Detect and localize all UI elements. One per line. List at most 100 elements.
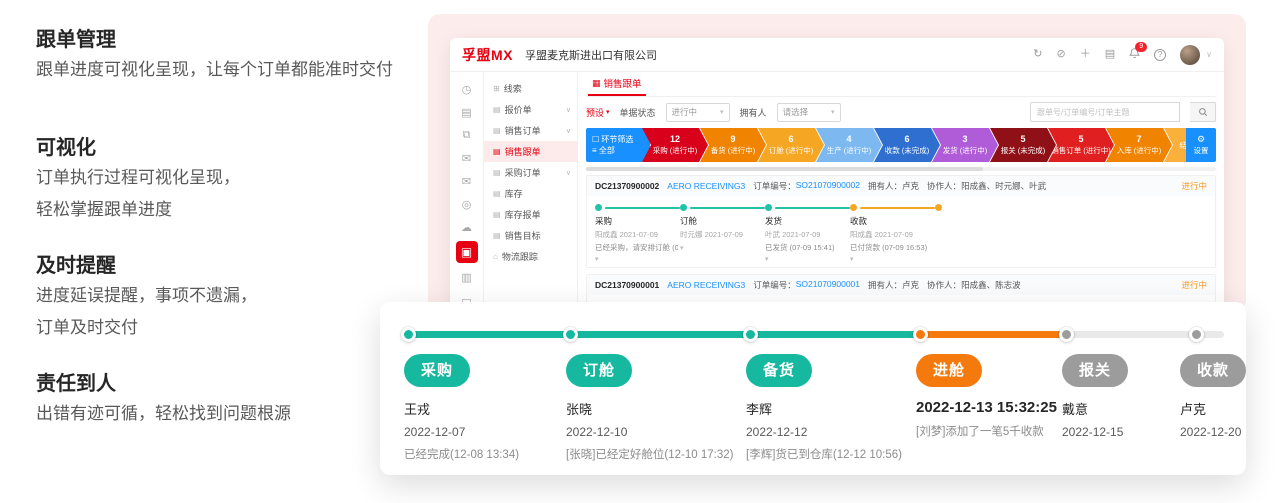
owner-label: 拥有人： (868, 279, 902, 291)
plus-icon[interactable]: ＋ (1080, 49, 1091, 60)
icon-rail: ◷ ▤ ⧉ ✉ ✉ ◎ ☁ ▣ ▥ ▭ (450, 72, 484, 311)
orders-module-icon[interactable]: ▣ (456, 241, 478, 263)
cloud-icon[interactable]: ☁ (458, 218, 476, 236)
flow-filter-label: 环节筛选 (601, 135, 633, 144)
mail-open-icon[interactable]: ✉ (458, 172, 476, 190)
timeline-dot (1059, 327, 1074, 342)
menu-item-purchase-orders[interactable]: ▤采购订单∨ (484, 162, 577, 183)
sync-icon[interactable]: ↻ (1033, 49, 1042, 60)
caret-down-icon[interactable]: ▾ (595, 255, 680, 263)
order-no[interactable]: SO21070900002 (796, 180, 860, 192)
order-no[interactable]: SO21070900001 (796, 279, 860, 291)
timeline-dot (563, 327, 578, 342)
menu-item-inventory[interactable]: ▤库存 (484, 183, 577, 204)
timeline-segment (750, 331, 920, 338)
order-row[interactable]: DC21370900002 AERO RECEIVING3 订单编号：SO210… (586, 175, 1216, 268)
flow-settings-button[interactable]: ⚙ 设置 (1186, 128, 1216, 162)
menu-item-sales-orders[interactable]: ▤销售订单∨ (484, 120, 577, 141)
expand-icon: ∨ (566, 127, 571, 135)
brand-logo: 孚盟MX (462, 45, 513, 65)
stage-person: 张晓 (566, 399, 733, 418)
stage-col (935, 203, 1020, 263)
menu-item-quotes[interactable]: ▤ 报价单 ∨ (484, 99, 577, 120)
doc-icon: ▤ (493, 126, 501, 135)
preset-dropdown[interactable]: 预设▾ (586, 106, 610, 119)
panel-icon[interactable]: ▤ (1105, 49, 1115, 60)
status-select[interactable]: 进行中▾ (666, 103, 730, 122)
stage-badge: 收款 (1180, 354, 1246, 387)
help-icon[interactable]: ? (1154, 49, 1166, 61)
avatar[interactable] (1180, 45, 1200, 65)
timeline-stage-prepare: 备货 李辉 2022-12-12 [李辉]货已到仓库(12-12 10:56) (746, 354, 902, 462)
copy-section: 及时提醒 进度延误提醒，事项不遗漏， 订单及时交付 (36, 252, 436, 344)
clock-icon[interactable]: ◷ (458, 80, 476, 98)
chevron-down-icon: ∨ (1206, 50, 1212, 59)
menu-item-sales-target[interactable]: ▤销售目标 (484, 225, 577, 246)
flow-step-purchase[interactable]: 12采购 (进行中) (642, 128, 708, 162)
scrollbar-thumb[interactable] (586, 167, 983, 171)
status-filter-label: 单据状态 (620, 106, 656, 119)
expand-icon: ∨ (566, 106, 571, 114)
menu-item-logistics[interactable]: ⌂物流跟踪 (484, 246, 577, 267)
flow-step-warehouse[interactable]: 7入库 (进行中) (1106, 128, 1172, 162)
section-title: 跟单管理 (36, 26, 436, 54)
menu-label: 库存报单 (505, 208, 541, 221)
stage-col: 订舱 时元娜 2021-07-09 ▾ (680, 203, 765, 263)
tab-label: 销售跟单 (604, 76, 642, 90)
caret-down-icon[interactable]: ▾ (680, 244, 765, 252)
section-title: 及时提醒 (36, 252, 436, 280)
stage-date: 2022-12-15 (1062, 425, 1128, 439)
flow-step-sales-order[interactable]: 5销售订单 (进行中) (1048, 128, 1114, 162)
doc-icon: ▤ (493, 105, 501, 114)
mail-icon[interactable]: ✉ (458, 149, 476, 167)
company-name: 孚盟麦克斯进出口有限公司 (525, 47, 657, 63)
search-button[interactable] (1190, 102, 1216, 122)
flow-step-shipping[interactable]: 3发货 (进行中) (932, 128, 998, 162)
timeline-track (380, 326, 1246, 342)
order-no-label: 订单编号： (753, 180, 796, 192)
search-input[interactable] (1030, 102, 1180, 122)
flow-step-payment[interactable]: 6收款 (未完成) (874, 128, 940, 162)
flow-step-customs[interactable]: 5报关 (未完成) (990, 128, 1056, 162)
order-customer[interactable]: AERO RECEIVING3 (667, 280, 745, 290)
tab-order-tracking[interactable]: ▦ 销售跟单 (588, 76, 646, 96)
org-icon[interactable]: ⧉ (458, 126, 476, 144)
order-code: DC21370900001 (595, 280, 659, 290)
stage-person: 王戎 (404, 399, 519, 418)
contact-card-icon[interactable]: ▤ (458, 103, 476, 121)
flow-filter-block[interactable]: ☐ 环节筛选 ≡ 全部 (586, 128, 650, 162)
bell-icon[interactable]: 9 (1129, 48, 1140, 62)
stage-dot (680, 204, 687, 211)
timeline-overlay-card: 采购 王戎 2022-12-07 已经完成(12-08 13:34) 订舱 张晓… (380, 302, 1246, 475)
status-badge: 进行中 (1181, 279, 1207, 291)
compass-icon[interactable]: ◎ (458, 195, 476, 213)
order-stage-timeline: 采购 阳成鑫 2021-07-09 已经采购，请安排订舱 (07-09 16:4… (587, 196, 1215, 267)
copy-section: 可视化 订单执行过程可视化呈现， 轻松掌握跟单进度 (36, 134, 436, 226)
menu-label: 报价单 (505, 103, 532, 116)
flow-step-production[interactable]: 4生产 (进行中) (816, 128, 882, 162)
owner-select[interactable]: 请选择▾ (777, 103, 841, 122)
stage-segment (860, 207, 935, 209)
caret-down-icon: ▾ (606, 108, 610, 116)
menu-label: 销售目标 (505, 229, 541, 242)
stage-badge: 订舱 (566, 354, 632, 387)
flow-step-booking[interactable]: 6订舱 (进行中) (758, 128, 824, 162)
app-body: ◷ ▤ ⧉ ✉ ✉ ◎ ☁ ▣ ▥ ▭ ⊞线索 ▤报价单∨ ▤销售订单∨ ▤销售… (450, 72, 1224, 311)
menu-item-leads[interactable]: ⊞线索 (484, 78, 577, 99)
collab-names: 阳成鑫、陈志波 (961, 279, 1021, 291)
flow-step-stock[interactable]: 9备货 (进行中) (700, 128, 766, 162)
section-line: 订单执行过程可视化呈现， (36, 162, 436, 194)
stage-date: 2022-12-20 (1180, 425, 1246, 439)
block-icon[interactable]: ⊘ (1057, 49, 1066, 60)
menu-item-inventory-report[interactable]: ▤库存报单 (484, 204, 577, 225)
gear-icon: ⚙ (1197, 134, 1205, 145)
menu-item-order-tracking[interactable]: ▤销售跟单 (484, 141, 577, 162)
horizontal-scrollbar[interactable] (586, 167, 1216, 171)
section-line: 订单及时交付 (36, 312, 436, 344)
timeline-dot (913, 327, 928, 342)
caret-down-icon[interactable]: ▾ (765, 255, 850, 263)
stage-col: 发货 叶武 2021-07-09 已发货 (07-09 15:41) ▾ (765, 203, 850, 263)
caret-down-icon[interactable]: ▾ (850, 255, 935, 263)
layers-icon[interactable]: ▥ (458, 268, 476, 286)
order-customer[interactable]: AERO RECEIVING3 (667, 181, 745, 191)
